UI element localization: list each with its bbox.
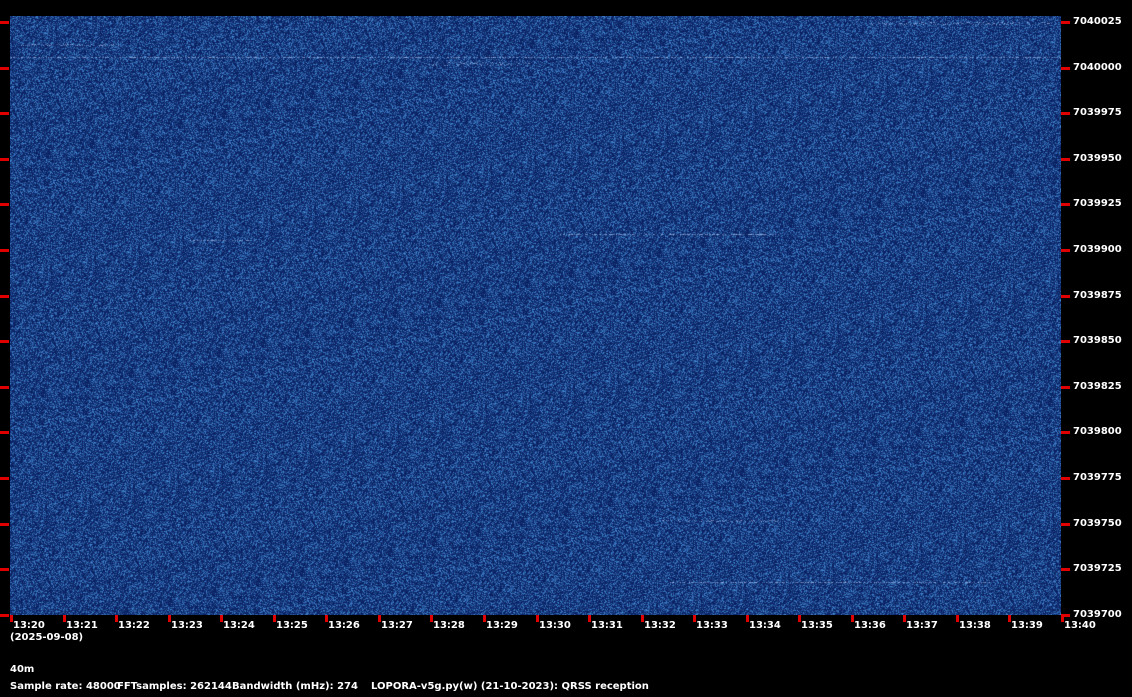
time-tick-label: 13:39: [1011, 620, 1043, 631]
time-tick-label: 13:34: [749, 620, 781, 631]
freq-tick-label: 7040000: [1073, 62, 1122, 73]
freq-tick-label: 7039925: [1073, 198, 1122, 209]
time-tick-label: 13:35: [801, 620, 833, 631]
freq-tick-left: [0, 431, 9, 434]
waterfall-spectrogram: [10, 16, 1061, 615]
freq-tick-label: 7039825: [1073, 381, 1122, 392]
freq-tick-left: [0, 523, 9, 526]
freq-tick-left: [0, 67, 9, 70]
freq-tick-left: [0, 112, 9, 115]
freq-tick-left: [0, 568, 9, 571]
band-label: 40m: [10, 664, 35, 675]
freq-tick-left: [0, 203, 9, 206]
time-tick-label: 13:22: [118, 620, 150, 631]
freq-tick-right: [1061, 386, 1070, 389]
freq-tick-left: [0, 21, 9, 24]
freq-tick-label: 7039800: [1073, 426, 1122, 437]
freq-tick-label: 7039750: [1073, 518, 1122, 529]
freq-tick-label: 7039900: [1073, 244, 1122, 255]
freq-tick-left: [0, 295, 9, 298]
freq-tick-right: [1061, 203, 1070, 206]
time-tick-label: 13:29: [486, 620, 518, 631]
time-tick-label: 13:21: [66, 620, 98, 631]
freq-tick-left: [0, 249, 9, 252]
time-tick-label: 13:23: [171, 620, 203, 631]
freq-tick-left: [0, 158, 9, 161]
freq-tick-label: 7040025: [1073, 16, 1122, 27]
freq-tick-right: [1061, 295, 1070, 298]
freq-tick-left: [0, 386, 9, 389]
freq-tick-right: [1061, 249, 1070, 252]
time-tick-label: 13:27: [381, 620, 413, 631]
freq-tick-label: 7039950: [1073, 153, 1122, 164]
time-tick-label: 13:30: [539, 620, 571, 631]
time-tick-label: 13:37: [906, 620, 938, 631]
freq-tick-label: 7039700: [1073, 609, 1122, 620]
freq-tick-right: [1061, 112, 1070, 115]
time-tick-label: 13:20: [13, 620, 45, 631]
time-tick-label: 13:38: [959, 620, 991, 631]
sample-rate-label: Sample rate: 48000: [10, 681, 121, 692]
bandwidth-label: Bandwidth (mHz): 274: [232, 681, 358, 692]
freq-tick-right: [1061, 568, 1070, 571]
time-tick-label: 13:33: [696, 620, 728, 631]
freq-tick-right: [1061, 158, 1070, 161]
time-tick-label: 13:31: [591, 620, 623, 631]
freq-tick-right: [1061, 340, 1070, 343]
time-tick-label: 13:32: [644, 620, 676, 631]
software-label: LOPORA-v5g.py(w) (21-10-2023): QRSS rece…: [371, 681, 649, 692]
freq-tick-right: [1061, 523, 1070, 526]
freq-tick-right: [1061, 67, 1070, 70]
freq-tick-label: 7039775: [1073, 472, 1122, 483]
time-tick-label: 13:24: [223, 620, 255, 631]
freq-tick-label: 7039875: [1073, 290, 1122, 301]
date-label: (2025-09-08): [10, 632, 84, 643]
time-tick-label: 13:28: [433, 620, 465, 631]
freq-tick-label: 7039975: [1073, 107, 1122, 118]
freq-tick-label: 7039725: [1073, 563, 1122, 574]
time-tick-label: 13:36: [854, 620, 886, 631]
time-tick-label: 13:40: [1064, 620, 1096, 631]
time-tick-label: 13:25: [276, 620, 308, 631]
freq-tick-right: [1061, 431, 1070, 434]
fft-samples-label: FFTsamples: 262144: [117, 681, 232, 692]
freq-tick-right: [1061, 477, 1070, 480]
time-tick-label: 13:26: [328, 620, 360, 631]
freq-tick-label: 7039850: [1073, 335, 1122, 346]
freq-tick-right: [1061, 21, 1070, 24]
freq-tick-left: [0, 614, 9, 617]
freq-tick-left: [0, 477, 9, 480]
freq-tick-left: [0, 340, 9, 343]
